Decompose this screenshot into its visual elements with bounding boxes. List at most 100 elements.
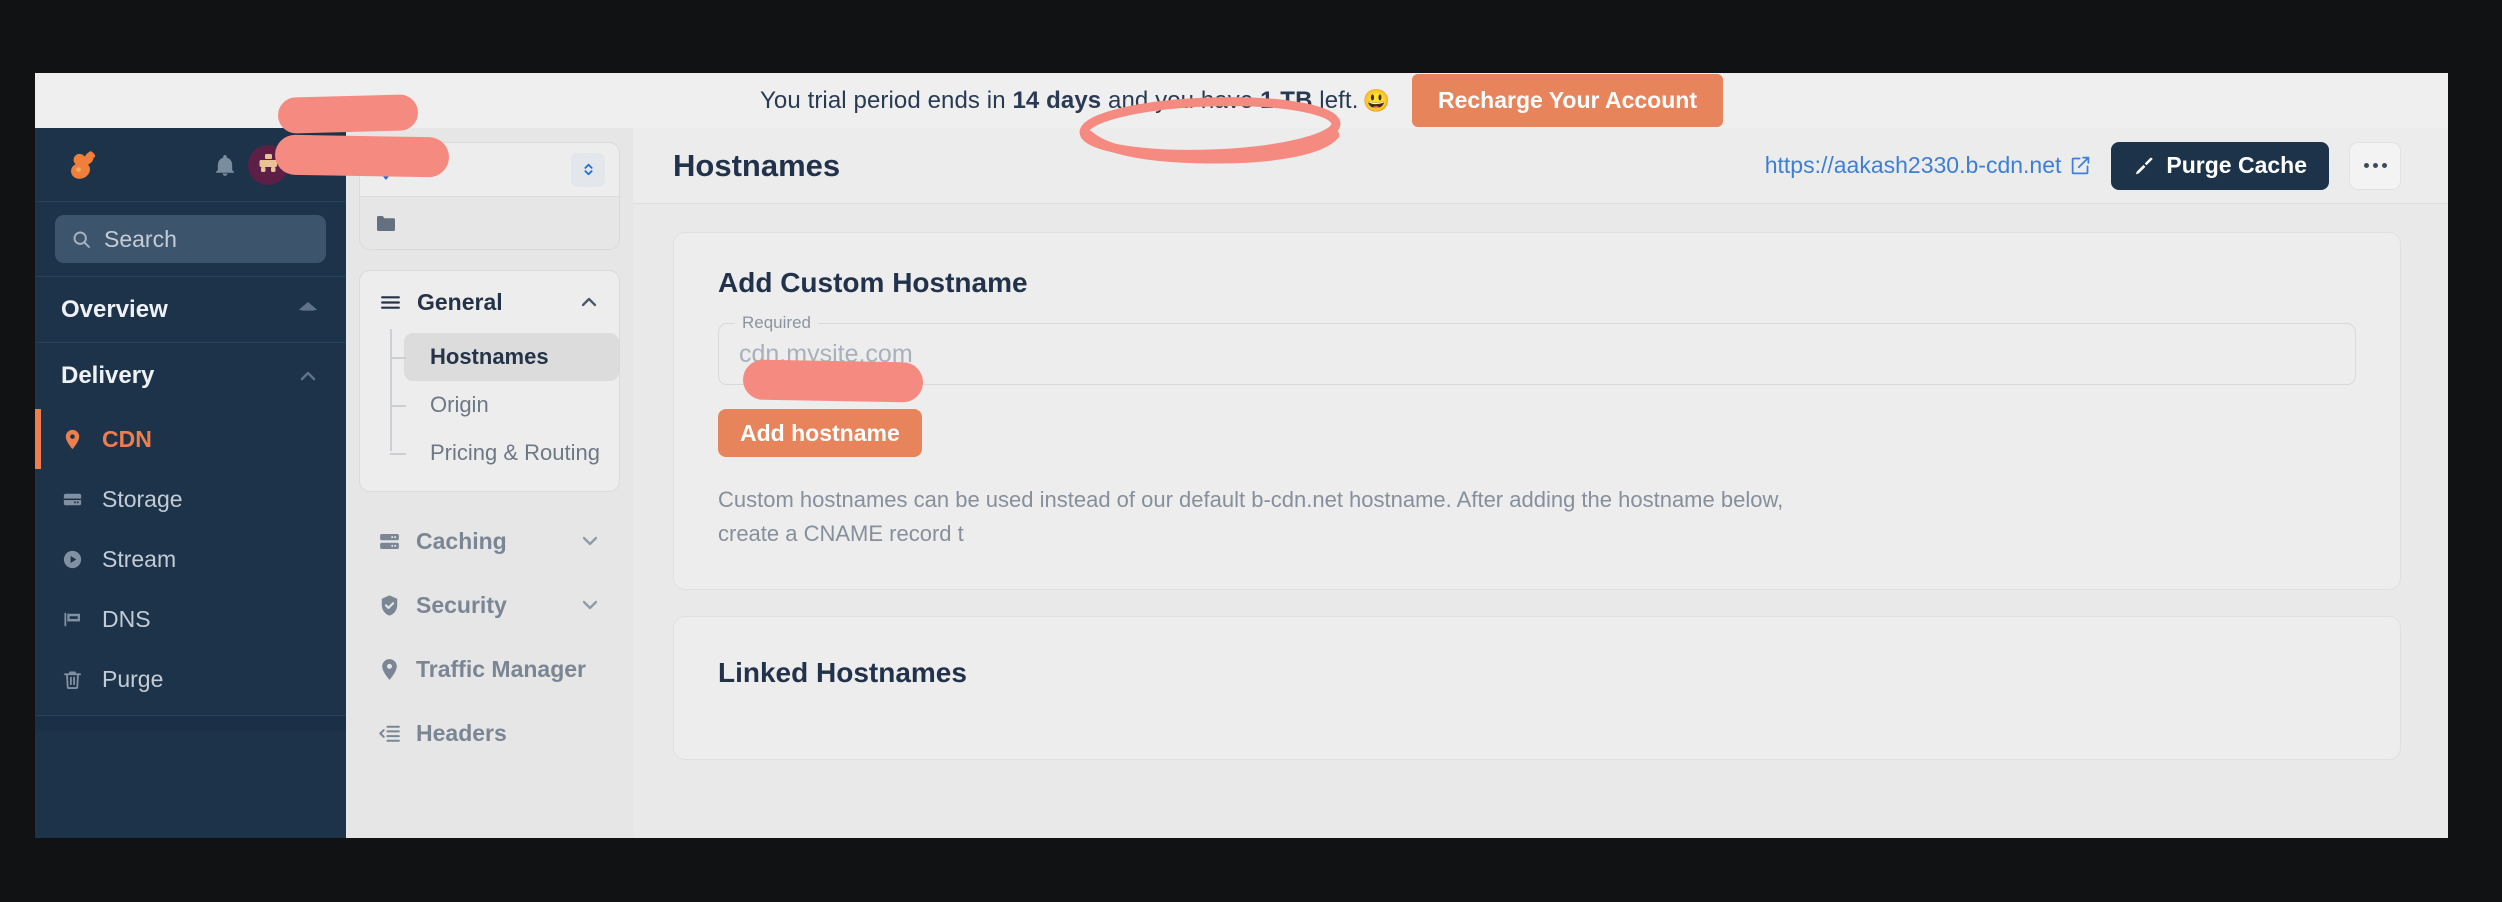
context-zone-name-redacted <box>408 143 561 196</box>
main-scroll-area: Add Custom Hostname Required cdn.mysite.… <box>633 204 2448 838</box>
app-window: You trial period ends in 14 days and you… <box>35 73 2448 838</box>
hostname-input[interactable]: Required cdn.mysite.com <box>718 313 2356 385</box>
nav-groups-list: Caching Security Traffic Manager Headers <box>359 510 620 764</box>
trial-banner-message: You trial period ends in 14 days and you… <box>760 87 1390 115</box>
sidebar-item-storage[interactable]: Storage <box>35 469 346 529</box>
main-header: Hostnames https://aakash2330.b-cdn.net P… <box>633 128 2448 204</box>
sidebar-item-overview-label: Overview <box>61 295 168 323</box>
flag-icon <box>61 608 84 631</box>
smile-emoji-icon: 😃 <box>1362 87 1390 113</box>
sidebar-item-purge[interactable]: Purge <box>35 649 346 709</box>
context-selector-card <box>359 142 620 250</box>
recharge-account-button[interactable]: Recharge Your Account <box>1411 74 1723 127</box>
sidebar-search-section: Search <box>35 202 346 277</box>
chevron-up-icon <box>577 290 601 314</box>
nav-item-pricing-routing[interactable]: Pricing & Routing <box>390 429 619 477</box>
add-custom-hostname-panel: Add Custom Hostname Required cdn.mysite.… <box>673 232 2401 591</box>
add-hostname-description-line2: create a CNAME record t <box>718 521 964 547</box>
pin-icon <box>61 428 84 451</box>
hostname-input-placeholder: cdn.mysite.com <box>739 339 913 368</box>
more-options-button[interactable] <box>2349 141 2401 190</box>
context-row-folder[interactable] <box>360 196 619 249</box>
sidebar-group-delivery[interactable]: Delivery <box>35 343 346 409</box>
trial-text-after: left. <box>1312 86 1359 114</box>
chevron-down-icon <box>578 593 602 617</box>
dot-icon <box>2381 163 2387 168</box>
trial-text-before: You trial period ends in <box>760 86 1013 114</box>
sidebar-item-stream[interactable]: Stream <box>35 529 346 589</box>
sidebar-group-delivery-label: Delivery <box>61 362 155 389</box>
cdn-url-link[interactable]: https://aakash2330.b-cdn.net <box>1765 152 2092 179</box>
chevron-up-icon <box>296 364 320 388</box>
context-row-zone[interactable] <box>360 143 619 196</box>
hostname-input-legend: Required <box>735 313 818 333</box>
purge-cache-label: Purge Cache <box>2166 152 2307 178</box>
folder-icon <box>374 211 398 235</box>
chevron-down-icon <box>578 529 602 553</box>
search-input[interactable]: Search <box>55 215 326 263</box>
add-hostname-title: Add Custom Hostname <box>718 267 1028 298</box>
sidebar-delivery-items: CDN Storage Stream DNS Purge <box>35 409 346 715</box>
storage-icon <box>61 488 84 511</box>
nav-group-label: Traffic Manager <box>416 655 586 682</box>
trash-icon <box>61 668 84 691</box>
sidebar-item-label: CDN <box>102 425 152 452</box>
pin-icon <box>374 158 398 182</box>
add-hostname-description-line1: Custom hostnames can be used instead of … <box>718 487 1784 512</box>
pin-icon <box>377 657 402 682</box>
bunny-logo-icon[interactable] <box>61 144 103 186</box>
secondary-nav-panel: General Hostnames Origin Pricing & Routing… <box>346 128 633 838</box>
nav-group-label: Headers <box>416 719 507 746</box>
nav-group-general-label: General <box>417 288 503 315</box>
dot-icon <box>2372 163 2378 168</box>
external-link-icon <box>2072 156 2090 175</box>
general-sub-items: Hostnames Origin Pricing & Routing <box>360 329 619 477</box>
linked-hostnames-title: Linked Hostnames <box>718 657 967 689</box>
sidebar-item-label: Stream <box>102 545 177 572</box>
notification-bell-icon[interactable] <box>212 152 238 178</box>
headers-icon <box>377 721 402 746</box>
search-placeholder: Search <box>104 225 177 252</box>
broom-icon <box>2136 157 2153 174</box>
general-group-card: General Hostnames Origin Pricing & Routing <box>359 270 620 492</box>
app-body: Search Overview Delivery CDN Storage Strea… <box>35 128 2448 838</box>
sidebar-top-bar <box>35 128 346 202</box>
linked-hostnames-panel: Linked Hostnames <box>673 616 2401 761</box>
sidebar-item-label: Storage <box>102 485 183 512</box>
nav-group-headers[interactable]: Headers <box>359 702 620 764</box>
nav-group-traffic-manager[interactable]: Traffic Manager <box>359 638 620 700</box>
sidebar-item-cdn[interactable]: CDN <box>35 409 346 469</box>
add-hostname-button[interactable]: Add hostname <box>718 409 922 457</box>
nav-group-label: Security <box>416 591 507 618</box>
purge-cache-button[interactable]: Purge Cache <box>2111 141 2329 190</box>
shield-check-icon <box>377 593 402 618</box>
server-icon <box>377 529 402 554</box>
sidebar-item-label: Purge <box>102 665 164 692</box>
sidebar-item-overview[interactable]: Overview <box>35 277 346 343</box>
user-avatar[interactable] <box>248 144 288 185</box>
sidebar-item-dns[interactable]: DNS <box>35 589 346 649</box>
trial-quota: 1 TB <box>1260 86 1313 114</box>
home-icon <box>296 298 320 322</box>
account-chevron-down-icon[interactable] <box>298 154 320 176</box>
sidebar-item-label: DNS <box>102 605 151 632</box>
main-content: Hostnames https://aakash2330.b-cdn.net P… <box>633 128 2448 838</box>
nav-item-origin[interactable]: Origin <box>390 381 619 429</box>
context-folder-name-redacted <box>408 197 605 249</box>
context-switch-button[interactable] <box>571 152 605 187</box>
cdn-url-text: https://aakash2330.b-cdn.net <box>1764 152 2062 178</box>
nav-item-hostnames[interactable]: Hostnames <box>390 333 619 381</box>
sidebar-bottom-divider <box>35 715 346 731</box>
nav-group-general[interactable]: General <box>360 271 619 333</box>
page-title: Hostnames <box>673 147 841 183</box>
nav-group-caching[interactable]: Caching <box>359 510 620 572</box>
trial-days: 14 days <box>1012 86 1102 114</box>
play-circle-icon <box>61 548 84 571</box>
trial-text-middle: and you have <box>1101 86 1261 114</box>
primary-sidebar: Search Overview Delivery CDN Storage Strea… <box>35 128 346 838</box>
trial-banner: You trial period ends in 14 days and you… <box>35 73 2448 128</box>
search-icon <box>73 231 90 248</box>
dot-icon <box>2363 163 2369 168</box>
nav-group-security[interactable]: Security <box>359 574 620 636</box>
hamburger-icon <box>378 290 403 315</box>
